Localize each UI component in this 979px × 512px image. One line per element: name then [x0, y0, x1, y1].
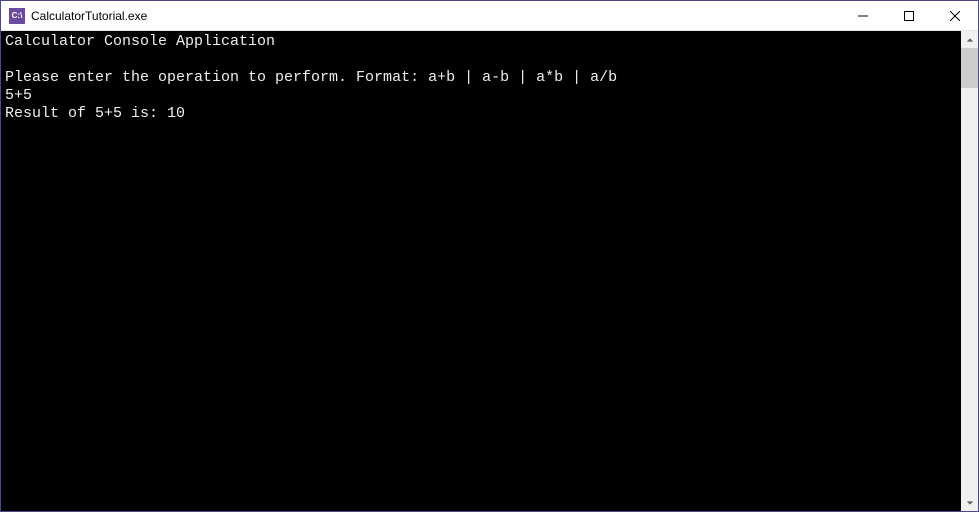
- scrollbar-up-button[interactable]: [961, 31, 978, 48]
- maximize-button[interactable]: [886, 1, 932, 30]
- close-button[interactable]: [932, 1, 978, 30]
- minimize-button[interactable]: [840, 1, 886, 30]
- minimize-icon: [858, 11, 868, 21]
- chevron-down-icon: [966, 499, 974, 507]
- app-icon: C:\: [9, 8, 25, 24]
- app-icon-text: C:\: [12, 12, 23, 20]
- window-controls: [840, 1, 978, 30]
- window-title: CalculatorTutorial.exe: [31, 9, 840, 23]
- console-wrap: Calculator Console Application Please en…: [1, 31, 978, 511]
- maximize-icon: [904, 11, 914, 21]
- close-icon: [950, 11, 960, 21]
- scrollbar-track[interactable]: [961, 48, 978, 494]
- console-output[interactable]: Calculator Console Application Please en…: [1, 31, 961, 511]
- chevron-up-icon: [966, 36, 974, 44]
- vertical-scrollbar[interactable]: [961, 31, 978, 511]
- window-titlebar: C:\ CalculatorTutorial.exe: [1, 1, 978, 31]
- scrollbar-down-button[interactable]: [961, 494, 978, 511]
- scrollbar-thumb[interactable]: [961, 48, 978, 88]
